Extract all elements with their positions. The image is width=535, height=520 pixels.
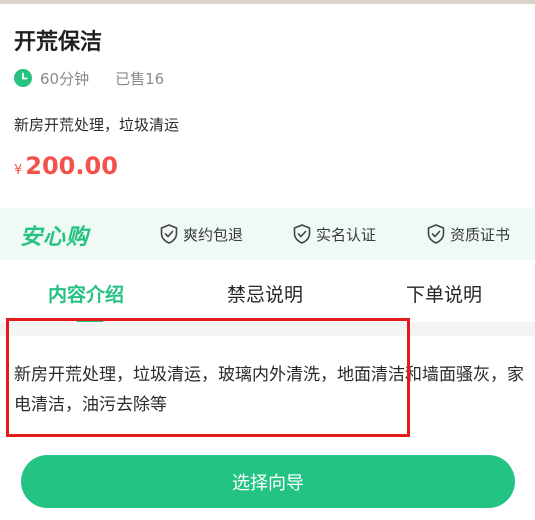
clock-icon	[14, 69, 32, 87]
duration-text: 60分钟	[40, 69, 90, 88]
guarantee-label: 资质证书	[450, 225, 511, 244]
guarantee-bar: 安心购 爽约包退 实名认证 资质证书	[0, 208, 535, 260]
highlight-box	[6, 318, 410, 437]
guarantee-label: 实名认证	[316, 225, 377, 244]
price-amount: 200.00	[25, 152, 118, 180]
tab-restrictions[interactable]: 禁忌说明	[227, 280, 303, 307]
shield-check-icon	[293, 224, 311, 244]
tab-content-intro[interactable]: 内容介绍	[48, 280, 124, 307]
service-title: 开荒保洁	[14, 30, 103, 55]
guarantee-item-certificate: 资质证书	[427, 222, 510, 246]
service-meta: 60分钟 已售16	[14, 67, 164, 89]
select-guide-button[interactable]: 选择向导	[21, 455, 515, 508]
shield-check-icon	[160, 224, 178, 244]
guarantee-brand-logo: 安心购	[20, 225, 90, 250]
tab-order-notes[interactable]: 下单说明	[406, 280, 482, 307]
guarantee-item-refund: 爽约包退	[160, 222, 243, 246]
guarantee-item-verified: 实名认证	[293, 222, 376, 246]
price: ¥ 200.00	[14, 152, 118, 180]
header-image-edge	[0, 0, 535, 4]
guarantee-label: 爽约包退	[183, 225, 244, 244]
sold-count: 已售16	[115, 69, 165, 88]
price-currency: ¥	[14, 163, 23, 178]
shield-check-icon	[427, 224, 445, 244]
short-description: 新房开荒处理，垃圾清运	[14, 116, 180, 134]
